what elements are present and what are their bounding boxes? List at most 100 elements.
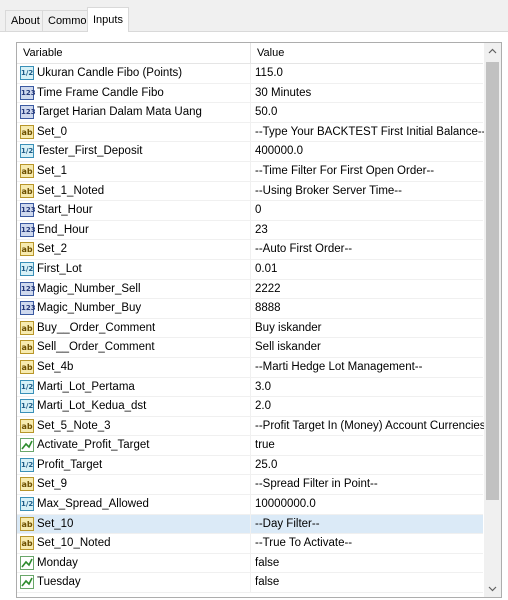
double-type-icon: 1/2 <box>20 379 34 394</box>
cell-divider <box>250 103 251 123</box>
vertical-scrollbar[interactable] <box>484 43 501 597</box>
variable-value[interactable]: 0 <box>255 201 261 220</box>
variable-value[interactable]: --Auto First Order-- <box>255 240 352 259</box>
double-type-icon: 1/2 <box>20 399 34 414</box>
variable-name: Max_Spread_Allowed <box>37 498 149 511</box>
variable-value[interactable]: --Spread Filter in Point-- <box>255 475 378 494</box>
variable-name: Marti_Lot_Pertama <box>37 380 135 393</box>
input-row[interactable]: ab Set_0 --Type Your BACKTEST First Initia… <box>17 122 486 143</box>
bool-type-icon <box>20 438 34 453</box>
variable-name: Marti_Lot_Kedua_dst <box>37 400 147 413</box>
input-row[interactable]: 123 Magic_Number_Sell 2222 <box>17 279 483 300</box>
variable-value[interactable]: 30 Minutes <box>255 84 311 103</box>
variable-value[interactable]: 115.0 <box>255 64 283 83</box>
input-row[interactable]: 1/2 Ukuran Candle Fibo (Points) 115.0 <box>17 64 483 84</box>
variable-value[interactable]: --Type Your BACKTEST First Initial Balan… <box>255 123 486 142</box>
string-type-icon: ab <box>20 340 34 355</box>
variable-name: Set_2 <box>37 243 68 256</box>
input-row[interactable]: 1/2 Marti_Lot_Kedua_dst 2.0 <box>17 397 483 417</box>
variable-value[interactable]: 2222 <box>255 280 281 299</box>
variable-name: Set_4b <box>37 360 74 373</box>
input-row[interactable]: ab Set_2 --Auto First Order-- <box>17 240 483 260</box>
cell-divider <box>250 514 251 534</box>
input-row[interactable]: 123 Magic_Number_Buy 8888 <box>17 299 483 319</box>
input-row[interactable]: Monday false <box>17 553 483 574</box>
variable-name: Set_5_Note_3 <box>37 419 111 432</box>
string-type-icon: ab <box>20 516 34 531</box>
variable-value[interactable]: --Time Filter For First Open Order-- <box>255 162 434 181</box>
column-separator[interactable] <box>250 43 251 63</box>
column-header-variable[interactable]: Variable <box>23 43 63 63</box>
variable-value[interactable]: 25.0 <box>255 456 277 475</box>
input-row[interactable]: Tuesday false <box>17 573 483 594</box>
string-type-icon: ab <box>20 477 34 492</box>
input-row[interactable]: 123 Time Frame Candle Fibo 30 Minutes <box>17 83 483 104</box>
variable-value[interactable]: --True To Activate-- <box>255 534 352 553</box>
input-row[interactable]: 123 Start_Hour 0 <box>17 201 483 221</box>
tab-bar: About Common Inputs <box>0 0 508 32</box>
variable-value[interactable]: 10000000.0 <box>255 495 316 514</box>
string-type-icon: ab <box>20 242 34 257</box>
input-row[interactable]: 123 End_Hour 23 <box>17 220 483 241</box>
input-row[interactable]: 1/2 Max_Spread_Allowed 10000000.0 <box>17 495 483 515</box>
variable-value[interactable]: Sell iskander <box>255 338 321 357</box>
variable-value[interactable]: --Profit Target In (Money) Account Curre… <box>255 417 493 436</box>
double-type-icon: 1/2 <box>20 144 34 159</box>
string-type-icon: ab <box>20 183 34 198</box>
cell-divider <box>250 553 251 573</box>
input-row[interactable]: ab Set_9 --Spread Filter in Point-- <box>17 475 483 496</box>
variable-value[interactable]: --Day Filter-- <box>255 515 320 534</box>
column-header-value[interactable]: Value <box>257 43 284 63</box>
grid-rows: 1/2 Ukuran Candle Fibo (Points) 115.0 123 Ti… <box>17 64 493 594</box>
variable-value[interactable]: 23 <box>255 221 268 240</box>
cell-divider <box>250 318 251 338</box>
variable-name: End_Hour <box>37 223 89 236</box>
cell-divider <box>250 299 251 319</box>
input-row[interactable]: ab Set_5_Note_3 --Profit Target In (Money)… <box>17 416 493 437</box>
variable-value[interactable]: --Using Broker Server Time-- <box>255 182 402 201</box>
bool-type-icon <box>20 555 34 570</box>
input-row[interactable]: 123 Target Harian Dalam Mata Uang 50.0 <box>17 103 483 123</box>
variable-name: Buy__Order_Comment <box>37 321 156 334</box>
input-row[interactable]: ab Sell__Order_Comment Sell iskander <box>17 338 483 358</box>
cell-divider <box>250 455 251 475</box>
variable-value[interactable]: 0.01 <box>255 260 277 279</box>
input-row[interactable]: ab Set_1 --Time Filter For First Open Orde… <box>17 161 483 182</box>
variable-name: First_Lot <box>37 262 82 275</box>
variable-name: Start_Hour <box>37 204 93 217</box>
chevron-up-icon <box>488 48 497 54</box>
variable-name: Set_1 <box>37 164 68 177</box>
double-type-icon: 1/2 <box>20 457 34 472</box>
variable-value[interactable]: false <box>255 573 279 592</box>
variable-value[interactable]: Buy iskander <box>255 319 321 338</box>
input-row[interactable]: ab Set_4b --Marti Hedge Lot Management-- <box>17 357 483 378</box>
input-row[interactable]: ab Set_10 --Day Filter-- <box>17 514 483 535</box>
input-row[interactable]: ab Set_10_Noted --True To Activate-- <box>17 534 483 554</box>
input-row[interactable]: 1/2 Tester_First_Deposit 400000.0 <box>17 142 483 162</box>
input-row[interactable]: ab Buy__Order_Comment Buy iskander <box>17 318 483 339</box>
cell-divider <box>250 220 251 240</box>
input-row[interactable]: 1/2 Marti_Lot_Pertama 3.0 <box>17 377 483 398</box>
scrollbar-thumb[interactable] <box>486 62 499 500</box>
scroll-down-button[interactable] <box>484 580 501 597</box>
variable-value[interactable]: --Marti Hedge Lot Management-- <box>255 358 422 377</box>
variable-value[interactable]: false <box>255 554 279 573</box>
scroll-up-button[interactable] <box>484 43 501 60</box>
input-row[interactable]: ab Set_1_Noted --Using Broker Server Time-… <box>17 181 483 202</box>
cell-divider <box>250 279 251 299</box>
variable-name: Monday <box>37 556 78 569</box>
variable-value[interactable]: true <box>255 436 275 455</box>
variable-value[interactable]: 8888 <box>255 299 281 318</box>
tab-about[interactable]: About <box>5 10 46 31</box>
input-row[interactable]: 1/2 First_Lot 0.01 <box>17 259 483 280</box>
input-row[interactable]: Activate_Profit_Target true <box>17 436 483 456</box>
variable-value[interactable]: 50.0 <box>255 103 277 122</box>
variable-value[interactable]: 2.0 <box>255 397 271 416</box>
input-row[interactable]: 1/2 Profit_Target 25.0 <box>17 455 483 476</box>
string-type-icon: ab <box>20 536 34 551</box>
variable-name: Set_1_Noted <box>37 184 105 197</box>
variable-value[interactable]: 400000.0 <box>255 142 303 161</box>
tab-inputs[interactable]: Inputs <box>87 7 129 32</box>
variable-value[interactable]: 3.0 <box>255 378 271 397</box>
cell-divider <box>250 397 251 417</box>
